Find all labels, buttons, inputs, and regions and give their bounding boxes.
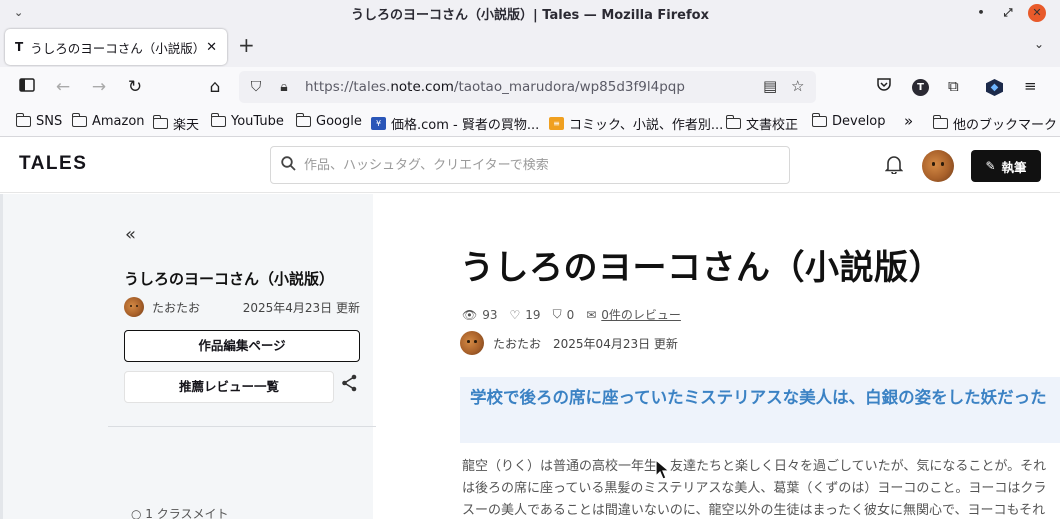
web-page: TALES ✎ 執筆 « うしろのヨーコさん（小説版） たおたお 2025年4月… bbox=[0, 137, 1060, 519]
view-count: 93 bbox=[482, 307, 498, 322]
bookmark-comic[interactable]: ≡ コミック、小説、作者別... bbox=[549, 114, 723, 133]
account-avatar-icon[interactable]: T bbox=[912, 79, 929, 96]
bookmark-amazon[interactable]: Amazon bbox=[71, 113, 145, 129]
folder-icon bbox=[71, 113, 87, 127]
folder-icon bbox=[210, 113, 226, 127]
sidebar-divider bbox=[108, 426, 376, 427]
toc-item[interactable]: ○ 1 クラスメイト bbox=[131, 505, 229, 519]
window-title: うしろのヨーコさん（小説版）| Tales — Mozilla Firefox bbox=[351, 8, 709, 23]
extension-shield-icon[interactable]: ◆ bbox=[986, 79, 1003, 96]
author-avatar[interactable] bbox=[460, 331, 484, 355]
collapse-sidebar-icon[interactable]: « bbox=[125, 224, 136, 245]
bookmark-kakaku[interactable]: ¥ 価格.com - 賢者の買物... bbox=[371, 114, 539, 133]
tab-strip: T うしろのヨーコさん（小説版）| ✕ + ⌄ bbox=[0, 27, 1060, 67]
bookmark-count: 0 bbox=[566, 307, 575, 322]
updated-date: 2025年4月23日 更新 bbox=[242, 300, 360, 315]
url-bar[interactable]: ⛉ 🔒︎ https://tales.note.com/taotao_marud… bbox=[239, 71, 816, 103]
shield-icon[interactable]: ⛉ bbox=[245, 79, 267, 95]
reader-view-icon[interactable]: ▤ bbox=[763, 77, 777, 95]
author-avatar[interactable] bbox=[124, 297, 144, 317]
updated-date: 2025年04月23日 更新 bbox=[553, 336, 678, 351]
folder-icon bbox=[295, 113, 311, 127]
kakaku-favicon-icon: ¥ bbox=[371, 117, 386, 130]
forward-icon[interactable]: → bbox=[88, 77, 110, 97]
sidebar-toggle-icon[interactable] bbox=[16, 77, 38, 97]
user-avatar[interactable] bbox=[922, 150, 954, 182]
bookmark-bunsho[interactable]: 文書校正 bbox=[725, 114, 798, 133]
folder-icon bbox=[725, 115, 741, 129]
window-titlebar: ⌄ うしろのヨーコさん（小説版）| Tales — Mozilla Firefo… bbox=[0, 0, 1060, 27]
work-title: うしろのヨーコさん（小説版） bbox=[460, 248, 943, 288]
site-search[interactable] bbox=[270, 146, 790, 184]
bookmark-sns[interactable]: SNS bbox=[15, 113, 62, 129]
tab-active[interactable]: T うしろのヨーコさん（小説版）| ✕ bbox=[5, 29, 227, 65]
minimize-icon[interactable]: • bbox=[972, 4, 990, 22]
bookmarks-toolbar: SNS Amazon 楽天 YouTube Google ¥ 価格.com - 賢… bbox=[0, 109, 1060, 137]
recommended-reviews-button[interactable]: 推薦レビュー一覧 bbox=[124, 371, 334, 403]
sidebar-author: たおたお 2025年4月23日 更新 bbox=[124, 297, 360, 317]
hamburger-menu-icon[interactable]: ≡ bbox=[1024, 77, 1037, 95]
work-sidebar: « うしろのヨーコさん（小説版） たおたお 2025年4月23日 更新 作品編集… bbox=[0, 194, 376, 519]
bookmark-rakuten[interactable]: 楽天 bbox=[152, 114, 199, 133]
mouse-cursor-icon bbox=[655, 458, 671, 480]
extensions-puzzle-icon[interactable]: ⧉ bbox=[948, 77, 959, 95]
folder-icon bbox=[152, 115, 168, 129]
lock-icon[interactable]: 🔒︎ bbox=[273, 79, 295, 95]
site-header: TALES ✎ 執筆 bbox=[0, 137, 1060, 193]
tales-logo[interactable]: TALES bbox=[19, 153, 87, 175]
edit-work-button[interactable]: 作品編集ページ bbox=[124, 330, 360, 362]
author-name[interactable]: たおたお bbox=[493, 335, 541, 352]
home-icon[interactable]: ⌂ bbox=[204, 77, 226, 97]
search-input[interactable] bbox=[304, 157, 764, 173]
bookmark-develop[interactable]: Develop bbox=[811, 113, 886, 129]
mail-icon: ✉ bbox=[586, 307, 597, 322]
tab-list-chevron-icon[interactable]: ⌄ bbox=[1034, 37, 1044, 51]
work-author: たおたお 2025年04月23日 更新 bbox=[460, 331, 678, 355]
close-window-icon[interactable]: ✕ bbox=[1028, 4, 1046, 22]
close-tab-icon[interactable]: ✕ bbox=[206, 40, 217, 55]
folder-icon bbox=[811, 113, 827, 127]
notification-bell-icon[interactable] bbox=[884, 154, 904, 179]
window-menu-icon[interactable]: ⌄ bbox=[14, 6, 23, 19]
share-icon[interactable] bbox=[341, 374, 358, 397]
bookmark-google[interactable]: Google bbox=[295, 113, 362, 129]
write-button[interactable]: ✎ 執筆 bbox=[971, 150, 1041, 182]
maximize-icon[interactable]: ⤢ bbox=[999, 4, 1017, 22]
author-name[interactable]: たおたお bbox=[152, 299, 200, 316]
work-stats: 👁︎ 93 ♡ 19 ⛉ 0 ✉ 0件のレビュー bbox=[462, 306, 693, 323]
pocket-icon[interactable] bbox=[876, 77, 892, 96]
pen-icon: ✎ bbox=[985, 159, 996, 173]
search-icon bbox=[281, 155, 296, 175]
bookmark-other[interactable]: 他のブックマーク bbox=[932, 114, 1057, 133]
tab-title: うしろのヨーコさん（小説版）| bbox=[30, 40, 201, 56]
url-text[interactable]: https://tales.note.com/taotao_marudora/w… bbox=[305, 79, 685, 95]
bookmark-star-icon[interactable]: ☆ bbox=[791, 77, 804, 95]
back-icon[interactable]: ← bbox=[52, 77, 74, 97]
bookmark-youtube[interactable]: YouTube bbox=[210, 113, 284, 129]
write-button-label: 執筆 bbox=[1001, 159, 1027, 175]
bookmarks-overflow-icon[interactable]: » bbox=[904, 112, 913, 130]
catchcopy: 学校で後ろの席に座っていたミステリアスな美人は、白銀の姿をした妖だった bbox=[460, 377, 1060, 443]
work-introduction: 龍空（りく）は普通の高校一年生。友達たちと楽しく日々を過ごしていたが、気になるこ… bbox=[462, 459, 1047, 518]
sidebar-work-title: うしろのヨーコさん（小説版） bbox=[124, 270, 335, 288]
folder-icon bbox=[932, 115, 948, 129]
like-count: 19 bbox=[525, 307, 541, 322]
bookmark-icon[interactable]: ⛉ bbox=[553, 307, 562, 322]
heart-icon[interactable]: ♡ bbox=[510, 308, 521, 322]
reload-icon[interactable]: ↻ bbox=[124, 77, 146, 97]
comic-favicon-icon: ≡ bbox=[549, 117, 564, 130]
tales-favicon-icon: T bbox=[15, 40, 24, 54]
new-tab-icon[interactable]: + bbox=[238, 33, 255, 57]
nav-toolbar: ← → ↻ ⌂ ⛉ 🔒︎ https://tales.note.com/taot… bbox=[0, 67, 1060, 109]
reviews-link[interactable]: 0件のレビュー bbox=[601, 306, 681, 323]
folder-icon bbox=[15, 113, 31, 127]
eye-icon: 👁︎ bbox=[462, 307, 478, 322]
